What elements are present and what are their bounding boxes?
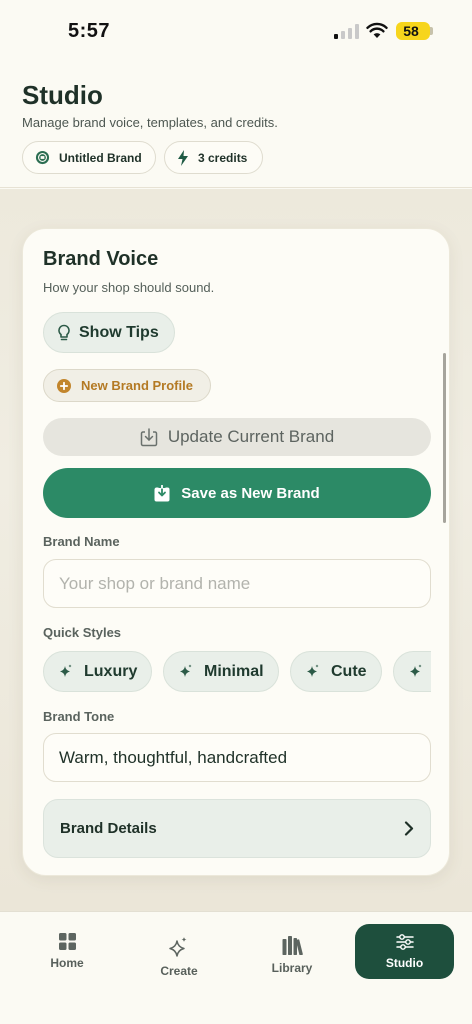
credits-chip-label: 3 credits — [198, 150, 248, 165]
tab-create-label: Create — [160, 964, 198, 978]
tab-studio-label: Studio — [385, 955, 424, 970]
tab-home[interactable]: Home — [18, 924, 116, 978]
studio-header: Studio Manage brand voice, templates, an… — [0, 64, 472, 188]
wifi-icon — [366, 22, 388, 38]
cellular-signal-icon — [334, 24, 359, 39]
lightning-icon — [178, 149, 188, 166]
grid-icon — [58, 932, 76, 950]
brand-name-label: Brand Name — [43, 534, 120, 549]
sparkle-icon — [180, 664, 192, 677]
show-tips-label: Show Tips — [79, 323, 159, 341]
brand-voice-subtitle: How your shop should sound. — [43, 280, 215, 295]
lightbulb-icon — [58, 324, 70, 340]
battery-cap — [430, 27, 433, 35]
sparkle-icon — [60, 664, 72, 677]
books-icon — [282, 935, 303, 955]
brand-voice-title: Brand Voice — [43, 248, 159, 270]
save-tray-icon — [154, 484, 170, 501]
download-tray-icon — [140, 427, 158, 446]
style-pill-more[interactable] — [393, 651, 431, 692]
new-brand-profile-label: New Brand Profile — [81, 378, 193, 393]
style-pill-label: Cute — [331, 662, 367, 680]
scrollbar[interactable] — [443, 353, 446, 523]
brand-logo-icon — [35, 150, 50, 165]
tab-library-label: Library — [271, 960, 313, 975]
credits-chip[interactable]: 3 credits — [164, 141, 263, 174]
brand-tone-input[interactable] — [43, 733, 431, 782]
brand-chip[interactable]: Untitled Brand — [22, 141, 156, 174]
style-pill-minimal[interactable]: Minimal — [163, 651, 279, 692]
style-pill-label: Minimal — [204, 662, 264, 680]
update-current-brand-label: Update Current Brand — [167, 427, 335, 446]
style-pill-cute[interactable]: Cute — [290, 651, 382, 692]
page-subtitle: Manage brand voice, templates, and credi… — [22, 115, 278, 130]
tab-bar: Home Create Library Studio — [0, 911, 472, 1024]
style-pill-label: Luxury — [84, 662, 138, 680]
page-title: Studio — [22, 80, 103, 110]
save-as-new-brand-label: Save as New Brand — [181, 484, 320, 502]
new-brand-profile-button[interactable]: New Brand Profile — [43, 369, 211, 402]
brand-details-row[interactable]: Brand Details — [43, 799, 431, 858]
quick-styles-label: Quick Styles — [43, 625, 122, 640]
update-current-brand-button[interactable]: Update Current Brand — [43, 418, 431, 456]
plus-circle-icon — [57, 378, 71, 393]
brand-tone-label: Brand Tone — [43, 709, 115, 724]
brand-name-input[interactable] — [43, 559, 431, 608]
tab-home-label: Home — [50, 955, 84, 970]
show-tips-button[interactable]: Show Tips — [43, 312, 175, 353]
tab-library[interactable]: Library — [243, 928, 341, 982]
battery-level: 58 — [403, 23, 419, 39]
tab-studio[interactable]: Studio — [355, 924, 454, 979]
quick-styles-row[interactable]: Luxury Minimal Cute — [43, 651, 431, 693]
save-as-new-brand-button[interactable]: Save as New Brand — [43, 468, 431, 518]
brand-chip-label: Untitled Brand — [59, 150, 142, 165]
sparkle-icon — [410, 664, 422, 677]
brand-details-label: Brand Details — [60, 820, 157, 837]
status-time: 5:57 — [68, 20, 111, 42]
tab-create[interactable]: Create — [130, 930, 228, 984]
sliders-icon — [395, 933, 414, 950]
battery-indicator: 58 — [396, 22, 430, 40]
brand-voice-card: Brand Voice How your shop should sound. … — [22, 228, 450, 876]
sparkle-icon — [307, 664, 319, 677]
status-bar: 5:57 58 — [0, 0, 472, 64]
chevron-right-icon — [404, 821, 414, 836]
sparkle-icon — [169, 937, 187, 957]
style-pill-luxury[interactable]: Luxury — [43, 651, 152, 692]
